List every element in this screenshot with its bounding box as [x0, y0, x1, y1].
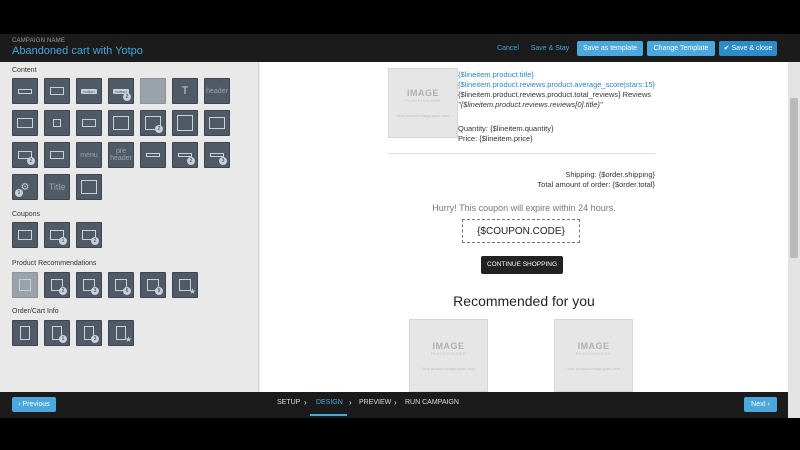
change-template-button[interactable]: Change Template: [647, 41, 715, 56]
block-apps[interactable]: ⚙ 1: [12, 174, 38, 200]
campaign-editor: CAMPAIGN NAME Abandoned cart with Yotpo …: [0, 34, 800, 418]
block-social-2[interactable]: 2: [172, 142, 198, 168]
total-text[interactable]: Total amount of order: {$order.total}: [537, 180, 655, 189]
block-pre-header[interactable]: pre header: [108, 142, 134, 168]
block-image-right[interactable]: [76, 110, 102, 136]
recommended-image-2[interactable]: IMAGE PLACEHOLDER Your product image goe…: [554, 319, 633, 392]
recommended-image-1[interactable]: IMAGE PLACEHOLDER Your product image goe…: [409, 319, 488, 392]
quantity-text[interactable]: Quantity: {$lineitem.quantity}: [458, 124, 553, 133]
save-close-button[interactable]: ✔ Save & close: [719, 41, 777, 56]
block-table[interactable]: [76, 174, 102, 200]
chevron-right-icon: ›: [394, 398, 397, 407]
shipping-text[interactable]: Shipping: {$order.shipping}: [565, 170, 655, 179]
save-as-template-button[interactable]: Save as template: [577, 41, 643, 56]
block-button[interactable]: button: [76, 78, 102, 104]
canvas-scrollbar[interactable]: [788, 62, 800, 418]
block-rec-6[interactable]: 6: [108, 272, 134, 298]
scrollbar-thumb[interactable]: [790, 98, 798, 258]
coupon-expiry-text[interactable]: Hurry! This coupon will expire within 24…: [260, 203, 788, 213]
block-rec-3[interactable]: 3: [76, 272, 102, 298]
product-title[interactable]: {$lineitem.product.title}: [458, 70, 534, 79]
block-grid-2[interactable]: 2: [140, 110, 166, 136]
continue-shopping-button[interactable]: CONTINUE SHOPPING: [481, 256, 563, 274]
block-grid[interactable]: [108, 110, 134, 136]
block-menu[interactable]: menu: [76, 142, 102, 168]
block-image-text[interactable]: [12, 110, 38, 136]
step-preview[interactable]: PREVIEW: [359, 399, 391, 406]
active-step-indicator: [310, 414, 347, 416]
step-run-campaign[interactable]: RUN CAMPAIGN: [405, 399, 459, 406]
previous-button[interactable]: ‹ Previous: [12, 397, 56, 412]
review-title[interactable]: "{$lineitem.product.reviews.reviews[0].t…: [458, 100, 603, 109]
block-rec-star[interactable]: ★: [172, 272, 198, 298]
star-icon: ★: [124, 335, 132, 344]
product-image-placeholder[interactable]: IMAGE PLACEHOLDER Your product image goe…: [388, 68, 458, 138]
star-icon: ★: [188, 287, 196, 296]
block-header[interactable]: header: [204, 78, 230, 104]
email-canvas[interactable]: IMAGE PLACEHOLDER Your product image goe…: [260, 62, 788, 392]
step-design[interactable]: DESIGN: [316, 399, 343, 406]
block-divider[interactable]: [12, 78, 38, 104]
next-button[interactable]: Next ›: [744, 397, 777, 412]
block-order-3[interactable]: 3: [76, 320, 102, 346]
block-coupon-1[interactable]: 1: [44, 222, 70, 248]
top-bar: CAMPAIGN NAME Abandoned cart with Yotpo …: [0, 34, 800, 62]
block-columns[interactable]: [172, 110, 198, 136]
block-social[interactable]: [140, 142, 166, 168]
block-coupon[interactable]: [12, 222, 38, 248]
campaign-name-label: CAMPAIGN NAME: [12, 38, 66, 44]
step-setup[interactable]: SETUP: [277, 399, 300, 406]
save-stay-button[interactable]: Save & Stay: [530, 41, 570, 56]
coupon-code-box[interactable]: {$COUPON.CODE}: [462, 219, 580, 243]
blocks-panel: Content button button 2 footer T header 2…: [0, 62, 259, 392]
cancel-button[interactable]: Cancel: [492, 41, 524, 56]
price-text[interactable]: Price: {$lineitem.price}: [458, 134, 533, 143]
block-title[interactable]: Title: [44, 174, 70, 200]
block-rec-9[interactable]: 9: [140, 272, 166, 298]
block-image-grid[interactable]: [204, 110, 230, 136]
block-footer[interactable]: footer: [140, 78, 166, 104]
wizard-footer: ‹ Previous SETUP › DESIGN › PREVIEW › RU…: [0, 392, 788, 418]
block-order-1[interactable]: 1: [44, 320, 70, 346]
section-coupons-title: Coupons: [12, 211, 41, 218]
campaign-name[interactable]: Abandoned cart with Yotpo: [12, 45, 143, 57]
block-rec[interactable]: [12, 272, 38, 298]
block-text[interactable]: T: [172, 78, 198, 104]
recommended-heading[interactable]: Recommended for you: [260, 293, 788, 309]
block-coupon-2[interactable]: 2: [76, 222, 102, 248]
block-rec-2[interactable]: 2: [44, 272, 70, 298]
section-product-rec-title: Product Recommendations: [12, 260, 97, 267]
block-order-star[interactable]: ★: [108, 320, 134, 346]
block-image[interactable]: [44, 78, 70, 104]
block-button-2[interactable]: button 2: [108, 78, 134, 104]
chevron-right-icon: ›: [349, 398, 352, 407]
product-reviews[interactable]: {$lineitem.product.reviews.product.total…: [458, 90, 651, 99]
section-content-title: Content: [12, 67, 37, 74]
block-order[interactable]: [12, 320, 38, 346]
section-order-title: Order/Cart Info: [12, 308, 59, 315]
product-score[interactable]: {$lineitem.product.reviews.product.avera…: [458, 80, 655, 89]
chevron-right-icon: ›: [304, 398, 307, 407]
divider: [388, 153, 655, 154]
block-social-3[interactable]: 3: [204, 142, 230, 168]
block-product[interactable]: 2: [12, 142, 38, 168]
block-image-left[interactable]: [44, 110, 70, 136]
block-product-images[interactable]: [44, 142, 70, 168]
